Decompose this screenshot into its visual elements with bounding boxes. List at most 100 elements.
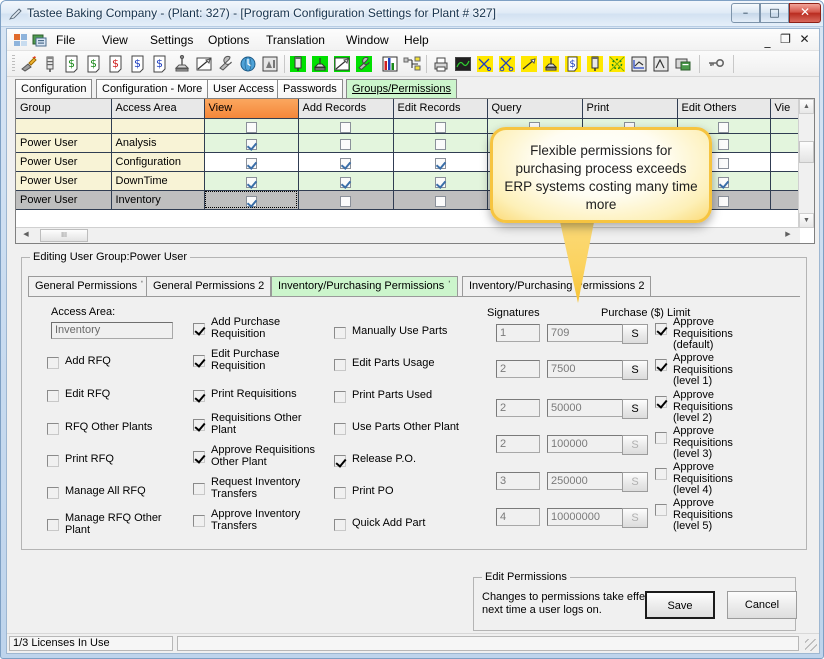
checkbox-box[interactable] [193,483,205,495]
col-access-area[interactable]: Access Area [111,99,205,119]
checkbox-edit-others[interactable] [718,157,729,169]
tab-groups-permissions[interactable]: Groups/Permissions [346,79,458,98]
checkbox-box[interactable] [334,487,346,499]
printer-icon[interactable] [432,55,450,73]
dollar-doc-green2-icon[interactable]: $ [85,55,103,73]
col-edit-others[interactable]: Edit Others [677,99,771,119]
checkbox-view[interactable] [245,157,257,169]
toolbar-grip[interactable] [12,55,15,73]
tab-user-access[interactable]: User Access [207,79,281,98]
checkbox-box[interactable] [334,423,346,435]
checkbox-box[interactable] [655,432,667,444]
scroll-down-icon[interactable]: ▼ [799,213,814,228]
cell-add[interactable] [298,190,394,210]
checkbox-box[interactable] [193,323,205,335]
dollar-doc-red-icon[interactable]: $ [107,55,125,73]
server-icon[interactable] [674,55,692,73]
signature-button-level1[interactable]: S [622,360,648,380]
yellow-chart-icon[interactable] [520,55,538,73]
checkbox[interactable] [340,121,351,132]
cell-edit[interactable] [393,118,488,134]
dollar-doc-blue-icon[interactable]: $ [129,55,147,73]
chart-pencil-icon[interactable] [195,55,213,73]
scroll-left-icon[interactable]: ◀ [18,228,34,243]
tab-passwords[interactable]: Passwords [277,79,343,98]
checkbox-box[interactable] [655,504,667,516]
checkbox-view[interactable] [245,138,257,150]
signature-button-default[interactable]: S [622,324,648,344]
tab-inventory-purchasing-permissions[interactable]: Inventory/Purchasing Permissions ˈ [271,276,459,296]
scale-icon[interactable] [173,55,191,73]
checkbox-edit[interactable] [434,195,446,207]
green-chart-icon[interactable] [333,55,351,73]
yellow-scale-icon[interactable] [542,55,560,73]
cell-edit[interactable] [393,133,488,153]
cell-add[interactable] [298,152,394,172]
cell-edit[interactable] [393,190,488,210]
tab-general-permissions[interactable]: General Permissions ˈ [28,276,151,296]
resize-grip-icon[interactable] [805,639,817,651]
wrench-icon[interactable] [217,55,235,73]
checkbox-add[interactable] [340,176,351,188]
checkbox-box[interactable] [47,390,59,402]
checkbox[interactable] [245,121,257,132]
checkbox-box[interactable] [193,390,205,402]
menu-item-help[interactable]: Help [399,32,434,48]
menu-item-settings[interactable]: Settings [145,32,198,48]
checkbox-edit[interactable] [434,157,446,169]
col-group[interactable]: Group [16,99,112,119]
menu-item-window[interactable]: Window [341,32,394,48]
cell-view[interactable] [204,190,299,210]
cell-add[interactable] [298,118,394,134]
checkbox-box[interactable] [193,451,205,463]
probe-icon[interactable] [41,55,59,73]
tab-general-permissions-2[interactable]: General Permissions 2 [146,276,272,296]
checkbox-box[interactable] [47,455,59,467]
grid-horizontal-scrollbar[interactable]: ◀ III ▶ [16,227,800,243]
yellow-gears-icon[interactable] [608,55,626,73]
checkbox-box[interactable] [47,487,59,499]
menu-item-translation[interactable]: Translation [261,32,330,48]
cell-view[interactable] [204,152,299,172]
dollar-doc-blue2-icon[interactable]: $ [151,55,169,73]
network-icon[interactable] [403,55,421,73]
horizontal-scroll-thumb[interactable]: III [40,229,88,242]
green-meter-icon[interactable] [289,55,307,73]
signatures-input-level5[interactable]: 4 [496,508,540,526]
mdi-close-button[interactable]: ✕ [797,32,812,48]
checkbox-edit-others[interactable] [718,176,729,188]
cell-view[interactable] [204,171,299,191]
bar-chart-icon[interactable] [381,55,399,73]
checkbox-box[interactable] [47,357,59,369]
checkbox-box[interactable] [47,519,59,531]
key-icon[interactable] [707,55,725,73]
checkbox-box[interactable] [334,359,346,371]
checkbox-edit[interactable] [434,176,446,188]
checkbox-box[interactable] [655,396,667,408]
signature-button-level4[interactable]: S [622,472,648,492]
signature-button-level2[interactable]: S [622,399,648,419]
scroll-up-icon[interactable]: ▲ [799,99,814,114]
mdi-minimize-button[interactable]: _ [760,34,775,50]
checkbox-edit-others[interactable] [718,138,729,150]
checkbox-edit[interactable] [434,138,446,150]
signatures-input-level2[interactable]: 2 [496,399,540,417]
col-view[interactable]: View [204,99,299,119]
window-maximize-button[interactable]: □ [760,3,789,23]
cell-add[interactable] [298,171,394,191]
menu-item-options[interactable]: Options [203,32,254,48]
yellow-dollar-doc-icon[interactable]: $ [564,55,582,73]
yellow-cut-icon[interactable] [476,55,494,73]
yellow-scissors-icon[interactable] [498,55,516,73]
mdi-restore-button[interactable]: ❐ [778,32,793,48]
report-icon[interactable] [261,55,279,73]
checkbox-box[interactable] [334,391,346,403]
signature-button-level5[interactable]: S [622,508,648,528]
checkbox-box[interactable] [334,327,346,339]
cell-add[interactable] [298,133,394,153]
access-area-input[interactable]: Inventory [51,322,173,339]
cell-view[interactable] [204,133,299,153]
col-edit-records[interactable]: Edit Records [393,99,488,119]
menu-item-file[interactable]: File [51,32,80,48]
checkbox-edit-others[interactable] [718,195,729,207]
